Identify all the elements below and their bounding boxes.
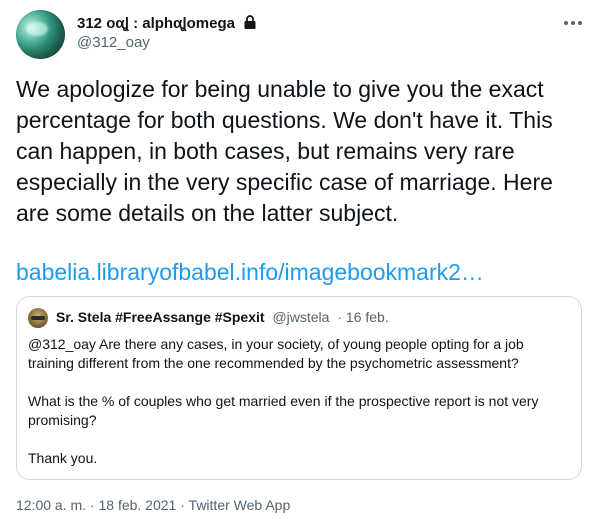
quoted-paragraph: Thank you. <box>28 450 98 466</box>
tweet-source[interactable]: Twitter Web App <box>189 497 291 513</box>
author-handle[interactable]: @312_oay <box>77 34 150 51</box>
lock-icon <box>244 15 256 29</box>
tweet: 312 oαꞲ : alphαꞲomega @312_oay We apolog… <box>0 0 598 529</box>
tweet-text: We apologize for being unable to give yo… <box>16 76 553 226</box>
tweet-timestamp[interactable]: 12:00 a. m. · 18 feb. 2021 <box>16 497 176 513</box>
quoted-author-name[interactable]: Sr. Stela #FreeAssange #Spexit <box>56 309 265 325</box>
tweet-footer: 12:00 a. m. · 18 feb. 2021 · Twitter Web… <box>16 497 290 513</box>
quoted-text: @312_oay Are there any cases, in your so… <box>28 335 568 468</box>
quoted-paragraph: What is the % of couples who get married… <box>28 393 539 428</box>
quoted-header: Sr. Stela #FreeAssange #Spexit @jwstela … <box>56 309 389 325</box>
footer-separator: · <box>176 497 189 513</box>
quoted-paragraph: @312_oay Are there any cases, in your so… <box>28 336 524 371</box>
author-name-row[interactable]: 312 oαꞲ : alphαꞲomega <box>77 13 258 33</box>
author-name[interactable]: 312 oαꞲ : alphαꞲomega <box>77 15 235 32</box>
tweet-link[interactable]: babelia.libraryofbabel.info/imagebookmar… <box>16 257 484 288</box>
avatar[interactable] <box>16 10 65 59</box>
quoted-date[interactable]: · 16 feb. <box>337 309 388 325</box>
quoted-author-handle[interactable]: @jwstela <box>272 309 329 325</box>
more-options-icon[interactable] <box>562 14 584 32</box>
quoted-tweet[interactable]: Sr. Stela #FreeAssange #Spexit @jwstela … <box>16 296 582 480</box>
quoted-avatar[interactable] <box>28 308 48 328</box>
